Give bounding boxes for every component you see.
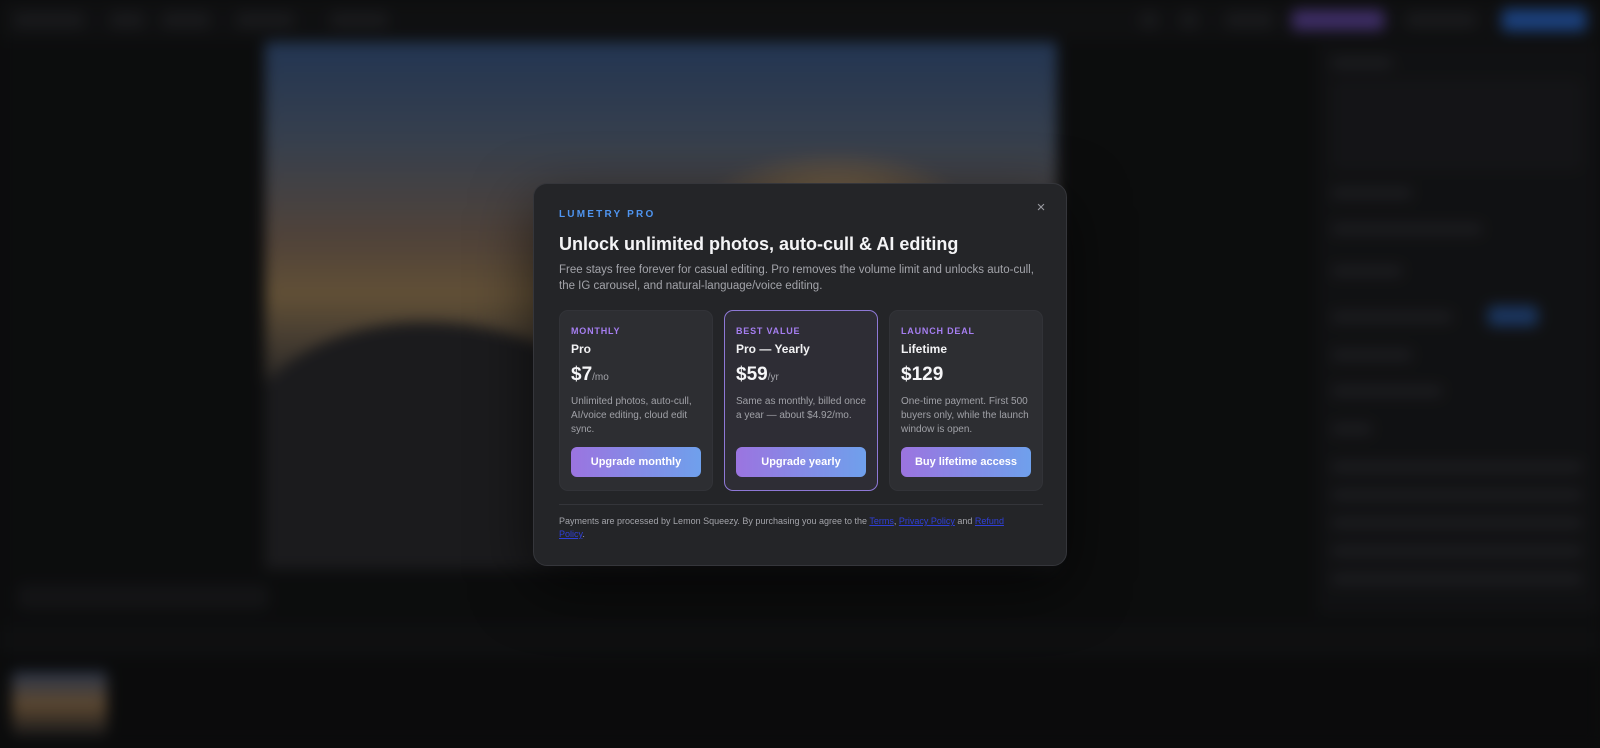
plan-card-lifetime: LAUNCH DEAL Lifetime $129 One-time payme… [889,310,1043,491]
plan-name: Lifetime [901,342,948,356]
plan-tag: BEST VALUE [736,326,801,336]
divider [559,504,1043,505]
payment-footnote: Payments are processed by Lemon Squeezy.… [559,516,1004,539]
upgrade-modal: × LUMETRY PRO Unlock unlimited photos, a… [533,183,1067,566]
privacy-policy-link[interactable]: Privacy Policy [899,516,955,526]
modal-subtitle: Free stays free forever for casual editi… [559,264,1034,292]
plan-description: Same as monthly, billed once a year — ab… [736,396,866,421]
buy-lifetime-button[interactable]: Buy lifetime access [901,447,1031,477]
plan-description: Unlimited photos, auto-cull, AI/voice ed… [571,396,692,435]
plan-price-amount: $7 [571,364,593,385]
plan-tag: LAUNCH DEAL [901,326,975,336]
plan-card-yearly: BEST VALUE Pro — Yearly $59/yr Same as m… [724,310,878,491]
upgrade-monthly-button[interactable]: Upgrade monthly [571,447,701,477]
plan-price: $129 [901,364,943,386]
plan-price-amount: $59 [736,364,768,385]
plan-tag: MONTHLY [571,326,621,336]
modal-eyebrow: LUMETRY PRO [559,209,656,220]
modal-title: Unlock unlimited photos, auto-cull & AI … [559,234,959,254]
upgrade-yearly-button[interactable]: Upgrade yearly [736,447,866,477]
plan-name: Pro — Yearly [736,342,810,356]
close-icon[interactable]: × [1030,196,1052,218]
plan-price: $59/yr [736,364,779,386]
plan-price-amount: $129 [901,364,944,385]
terms-link[interactable]: Terms [869,516,894,526]
plan-list: MONTHLY Pro $7/mo Unlimited photos, auto… [559,310,1043,491]
plan-price: $7/mo [571,364,609,386]
plan-price-unit: /mo [592,372,609,383]
plan-description: One-time payment. First 500 buyers only,… [901,396,1029,435]
plan-card-monthly: MONTHLY Pro $7/mo Unlimited photos, auto… [559,310,713,491]
plan-price-unit: /yr [767,372,779,383]
plan-name: Pro [571,342,592,356]
